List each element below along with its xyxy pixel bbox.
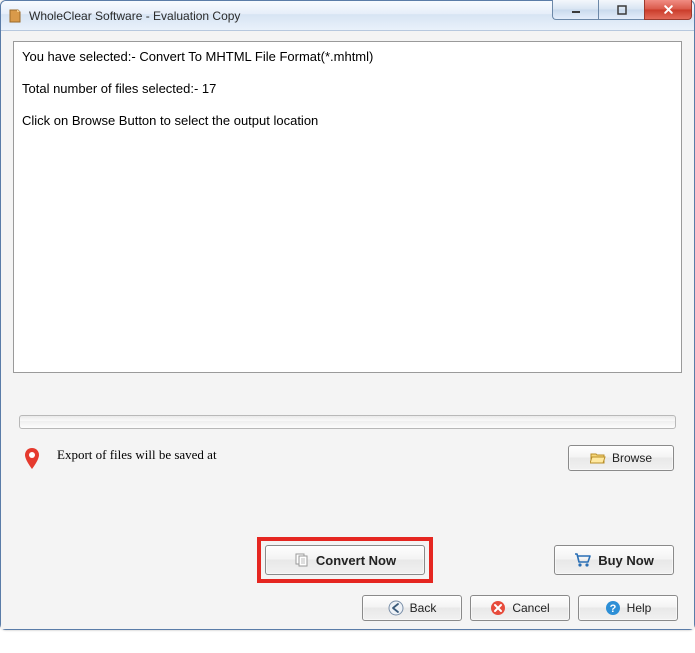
close-button[interactable] xyxy=(644,0,692,20)
convert-now-label: Convert Now xyxy=(316,553,396,568)
help-label: Help xyxy=(627,601,652,615)
cancel-label: Cancel xyxy=(512,601,549,615)
shopping-cart-icon xyxy=(574,552,592,568)
browse-button-label: Browse xyxy=(612,451,652,465)
buy-now-button[interactable]: Buy Now xyxy=(554,545,674,575)
window-title: WholeClear Software - Evaluation Copy xyxy=(29,9,240,23)
info-line-format: You have selected:- Convert To MHTML Fil… xyxy=(22,48,673,66)
arrow-left-circle-icon xyxy=(388,600,404,616)
progress-bar xyxy=(19,415,676,429)
action-row: Convert Now Buy Now xyxy=(13,537,682,583)
buy-now-label: Buy Now xyxy=(598,553,654,568)
copy-icon xyxy=(294,552,310,568)
cancel-button[interactable]: Cancel xyxy=(470,595,570,621)
location-pin-icon xyxy=(21,445,43,471)
help-button[interactable]: ? Help xyxy=(578,595,678,621)
browse-button[interactable]: Browse xyxy=(568,445,674,471)
convert-now-button[interactable]: Convert Now xyxy=(265,545,425,575)
folder-open-icon xyxy=(590,451,606,465)
export-path-label: Export of files will be saved at xyxy=(57,445,568,463)
titlebar[interactable]: WholeClear Software - Evaluation Copy xyxy=(1,1,694,31)
progress-area xyxy=(13,411,682,429)
maximize-button[interactable] xyxy=(598,0,644,20)
app-icon xyxy=(7,8,23,24)
help-circle-icon: ? xyxy=(605,600,621,616)
info-line-instruction: Click on Browse Button to select the out… xyxy=(22,112,673,130)
back-label: Back xyxy=(410,601,437,615)
convert-highlight-box: Convert Now xyxy=(257,537,433,583)
back-button[interactable]: Back xyxy=(362,595,462,621)
info-line-count: Total number of files selected:- 17 xyxy=(22,80,673,98)
client-area: You have selected:- Convert To MHTML Fil… xyxy=(1,31,694,629)
cancel-circle-icon xyxy=(490,600,506,616)
window-controls xyxy=(552,0,692,20)
footer-row: Back Cancel ? Help xyxy=(13,595,682,621)
info-panel: You have selected:- Convert To MHTML Fil… xyxy=(13,41,682,373)
svg-text:?: ? xyxy=(609,603,616,615)
application-window: WholeClear Software - Evaluation Copy Yo… xyxy=(0,0,695,630)
export-row: Export of files will be saved at Browse xyxy=(13,445,682,471)
minimize-button[interactable] xyxy=(552,0,598,20)
